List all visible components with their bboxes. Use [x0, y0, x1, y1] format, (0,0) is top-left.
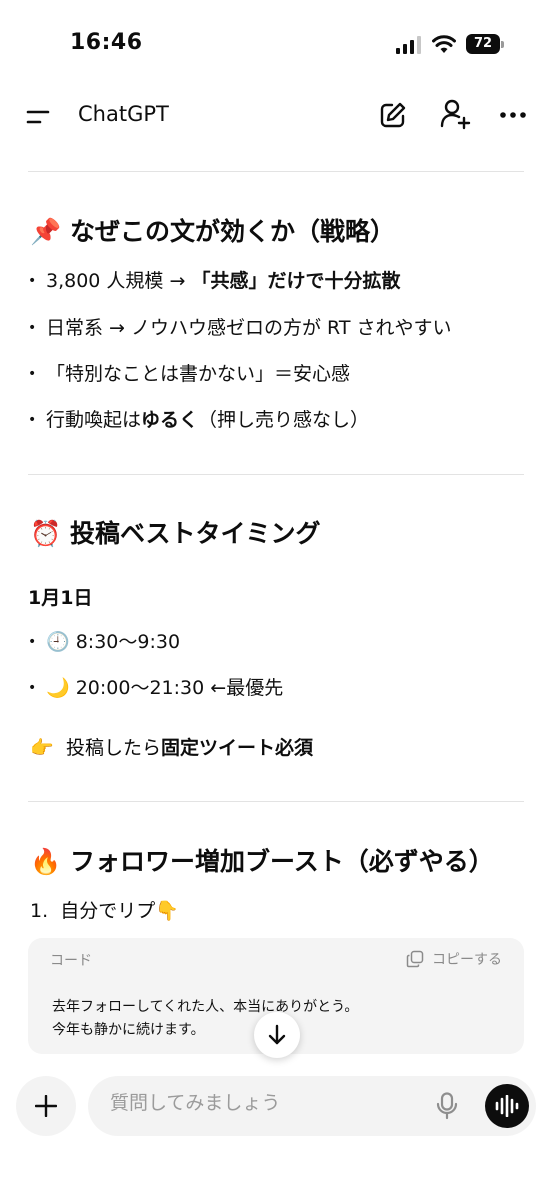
list-item-text: （押し売り感なし） [198, 409, 370, 431]
code-language-label: コード [50, 953, 92, 969]
edit-icon[interactable] [378, 100, 408, 130]
app-title: ChatGPT [78, 102, 169, 126]
arrow-down-icon [268, 1024, 286, 1045]
message-input[interactable] [110, 1092, 410, 1114]
scroll-to-bottom-button[interactable] [254, 1012, 300, 1058]
signal-icon [396, 36, 421, 54]
divider [28, 171, 524, 172]
list-item: • 🕘 8:30〜9:30 [28, 631, 181, 653]
copy-icon [406, 950, 424, 968]
list-item-text: 日常系 → ノウハウ感ゼロの方が RT されやすい [46, 317, 452, 339]
list-item-bold: 「共感」だけで十分拡散 [191, 270, 401, 292]
pin-icon: 📌 [30, 217, 62, 246]
wifi-icon [432, 35, 456, 53]
divider [28, 474, 524, 475]
section-title-text: フォロワー増加ブースト（必ずやる） [70, 847, 494, 876]
menu-icon[interactable] [26, 106, 52, 128]
list-item-text: 8:30〜9:30 [75, 631, 181, 653]
add-user-icon[interactable] [439, 98, 471, 130]
pointing-hand-icon: 👉 [30, 737, 54, 759]
list-item-text: 「特別なことは書かない」＝安心感 [46, 363, 351, 385]
list-item: • 3,800 人規模 → 「共感」だけで十分拡散 [28, 270, 401, 292]
list-item: • 🌙 20:00〜21:30 ←最優先 [28, 677, 284, 699]
section-title-text: 投稿ベストタイミング [70, 519, 321, 548]
list-item-text: 20:00〜21:30 ←最優先 [75, 677, 284, 699]
list-item: • 日常系 → ノウハウ感ゼロの方が RT されやすい [28, 317, 452, 339]
clock-icon: 🕘 [46, 631, 70, 653]
section-title-text: なぜこの文が効くか（戦略） [70, 217, 396, 246]
pointing-down-icon: 👇 [155, 900, 179, 922]
list-item: • 「特別なことは書かない」＝安心感 [28, 363, 351, 385]
list-item-text: 3,800 人規模 → [46, 270, 192, 292]
mic-icon[interactable] [436, 1092, 458, 1120]
moon-icon: 🌙 [46, 677, 70, 699]
status-time: 16:46 [70, 30, 143, 55]
list-item: • 行動喚起はゆるく（押し売り感なし） [28, 409, 370, 431]
copy-button[interactable]: コピーする [406, 949, 502, 969]
pin-tweet-note: 👉 投稿したら固定ツイート必須 [30, 733, 313, 760]
list-item-bold: ゆるく [141, 409, 199, 431]
section-title-boost: 🔥 フォロワー増加ブースト（必ずやる） [30, 842, 494, 878]
section-title-timing: ⏰ 投稿ベストタイミング [30, 514, 321, 550]
plus-icon [35, 1095, 57, 1117]
voice-mode-button[interactable] [485, 1084, 529, 1128]
divider [28, 801, 524, 802]
app-header: ChatGPT [0, 92, 552, 142]
code-line: 去年フォローしてくれた人、本当にありがとう。 [52, 999, 359, 1015]
more-icon[interactable] [498, 102, 528, 128]
voice-wave-icon [495, 1095, 519, 1117]
note-text: 投稿したら [66, 737, 162, 759]
section-title-strategy: 📌 なぜこの文が効くか（戦略） [30, 212, 395, 248]
attach-button[interactable] [16, 1076, 76, 1136]
fire-icon: 🔥 [30, 847, 62, 876]
item-number: 1. [30, 900, 49, 922]
battery-icon: 72 [466, 34, 504, 54]
alarm-clock-icon: ⏰ [30, 519, 62, 548]
message-composer [88, 1076, 536, 1136]
note-bold: 固定ツイート必須 [161, 737, 314, 759]
battery-level: 72 [466, 34, 500, 54]
code-line: 今年も静かに続けます。 [52, 1022, 205, 1038]
list-item-text: 行動喚起は [46, 409, 142, 431]
chat-screen: 16:46 72 ChatGPT 📌 なぜこの文が効くか（戦略） • 3,800… [0, 0, 552, 1200]
copy-label: コピーする [432, 952, 502, 968]
status-bar: 16:46 72 [0, 0, 552, 92]
item-text: 自分でリプ [60, 900, 156, 922]
numbered-item: 1. 自分でリプ👇 [30, 896, 179, 923]
date-heading: 1月1日 [28, 587, 93, 609]
